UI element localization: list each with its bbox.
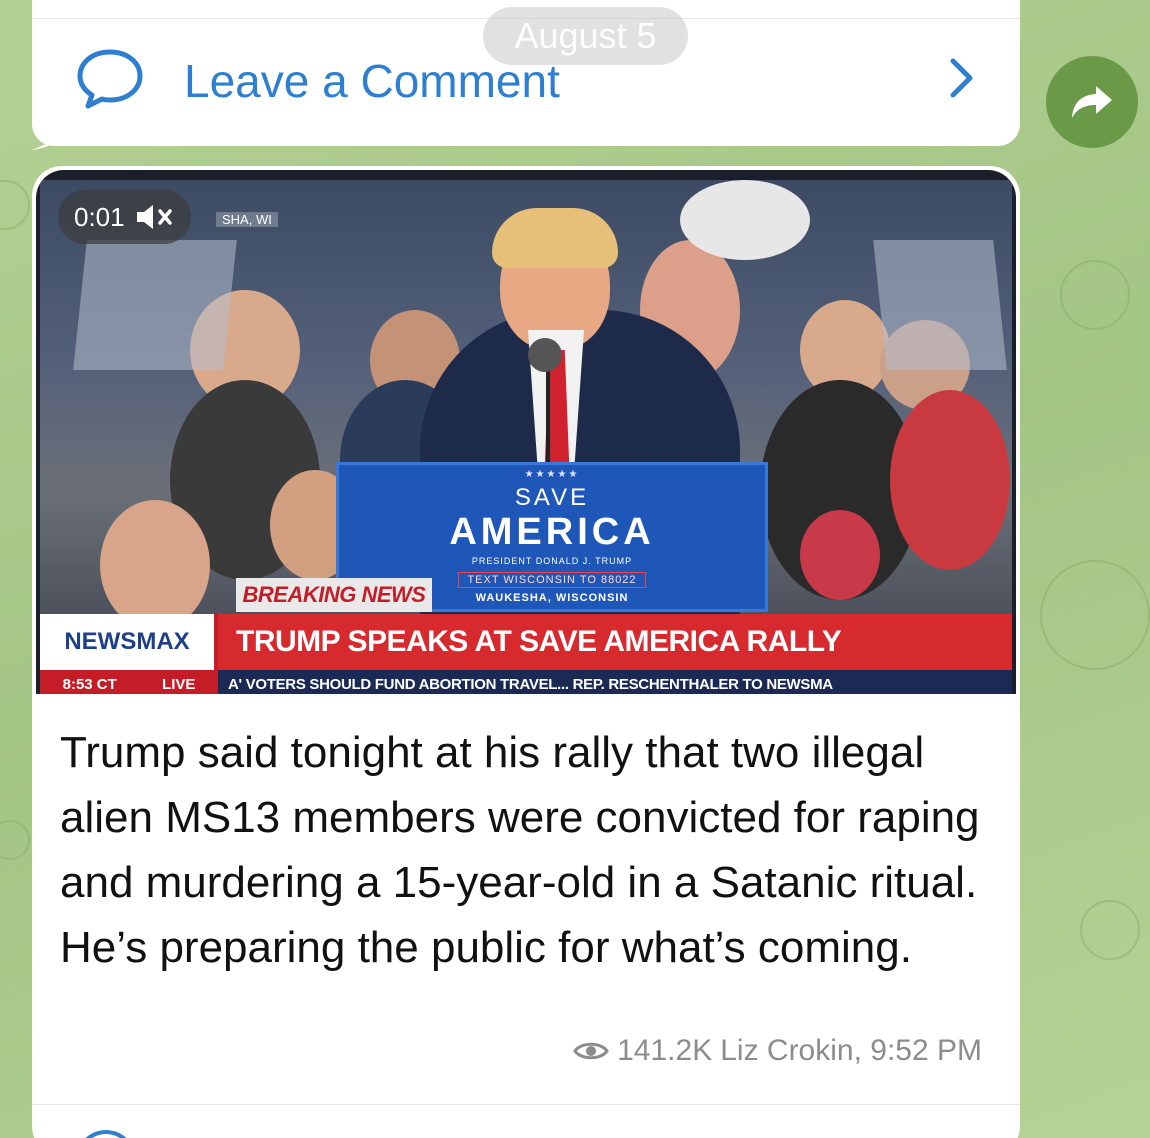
video-timer: 0:01	[74, 201, 125, 232]
date-pill: August 5	[483, 7, 688, 65]
ticker-time-box: 8:53 CT LIVE	[40, 670, 218, 694]
wallpaper-doodle	[0, 180, 30, 230]
video-status-overlay[interactable]: 0:01	[58, 190, 191, 244]
eye-icon	[573, 1042, 609, 1060]
message-meta: 141.2K Liz Crokin, 9:52 PM	[573, 1034, 982, 1068]
crowd-figure	[890, 390, 1010, 570]
breaking-news-label: BREAKING NEWS	[236, 578, 432, 612]
network-logo: NEWSMAX	[40, 614, 218, 670]
video-frame: ★★★★★ SAVE AMERICA PRESIDENT DONALD J. T…	[40, 180, 1012, 694]
ticker-live: LIVE	[162, 676, 196, 693]
podium-stars: ★★★★★	[524, 469, 580, 480]
partial-location-text: SHA, WI	[216, 212, 278, 227]
news-ticker: 8:53 CT LIVE A' VOTERS SHOULD FUND ABORT…	[40, 670, 1012, 694]
podium-save: SAVE	[514, 484, 590, 511]
podium-text-line: TEXT WISCONSIN TO 88022	[458, 572, 646, 588]
view-count: 141.2K	[617, 1034, 713, 1067]
speaker-hair	[492, 208, 618, 268]
bubble-tail	[32, 136, 64, 150]
podium-america: AMERICA	[449, 511, 655, 553]
comment-icon	[76, 1130, 136, 1138]
news-lower-third: NEWSMAX TRUMP SPEAKS AT SAVE AMERICA RAL…	[40, 614, 1012, 670]
share-icon	[1072, 86, 1112, 118]
wallpaper-doodle	[1040, 560, 1150, 670]
crowd-figure	[100, 500, 210, 630]
wallpaper-doodle	[1080, 900, 1140, 960]
wallpaper-doodle	[0, 820, 30, 860]
teleprompter	[73, 240, 237, 370]
comment-icon	[77, 49, 143, 109]
message-caption: Trump said tonight at his rally that two…	[60, 728, 980, 972]
wallpaper-doodle	[1060, 260, 1130, 330]
share-button[interactable]	[1046, 56, 1138, 148]
teleprompter	[873, 240, 1007, 370]
crowd-figure	[680, 180, 810, 260]
ticker-time: 8:53 CT	[62, 676, 117, 693]
news-headline: TRUMP SPEAKS AT SAVE AMERICA RALLY	[218, 614, 1012, 670]
microphone	[528, 338, 562, 372]
divider	[32, 1104, 1020, 1105]
mute-icon[interactable]	[135, 202, 175, 232]
author-and-time: Liz Crokin, 9:52 PM	[720, 1034, 982, 1067]
podium-president: PRESIDENT DONALD J. TRUMP	[471, 556, 633, 566]
ticker-text: A' VOTERS SHOULD FUND ABORTION TRAVEL...…	[228, 676, 833, 693]
crowd-figure	[800, 510, 880, 600]
message-bubble: ★★★★★ SAVE AMERICA PRESIDENT DONALD J. T…	[32, 166, 1020, 1138]
chevron-right-icon	[950, 58, 973, 98]
video-player[interactable]: ★★★★★ SAVE AMERICA PRESIDENT DONALD J. T…	[36, 170, 1016, 694]
